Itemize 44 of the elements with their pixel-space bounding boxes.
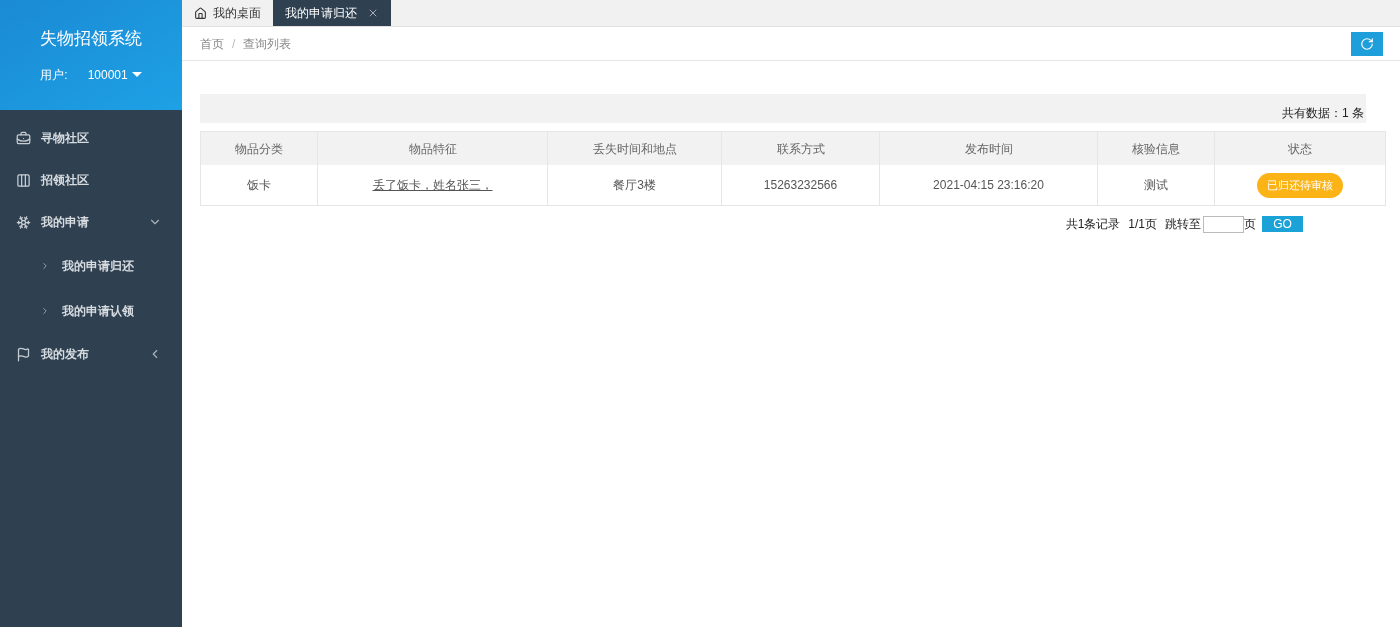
column-header: 物品分类 [201,132,318,165]
close-icon[interactable] [367,7,379,19]
snowflake-icon [16,214,31,230]
table-cell-text: 2021-04:15 23:16:20 [933,177,1044,194]
column-header: 核验信息 [1098,132,1215,165]
home-icon [194,6,207,20]
sidebar-item[interactable]: 招领社区 [0,159,182,201]
page-input[interactable] [1203,215,1244,233]
total-count: 共有数据：1 条 [1282,105,1364,122]
submenu-item[interactable]: 我的申请归还 [0,243,182,288]
column-header: 物品特征 [318,132,548,165]
table-cell-text: 饭卡 [247,177,271,194]
breadcrumb-link[interactable]: 查询列表 [243,34,292,53]
page-count: 1/1页 [1128,216,1157,233]
user-label: 用户: [40,66,68,84]
page-unit: 页 [1244,216,1256,233]
table-cell-text: 餐厅3楼 [613,177,656,194]
tab[interactable]: 我的申请归还 [273,0,391,26]
table-cell-text: 15263232566 [763,177,838,194]
column-header: 发布时间 [880,132,1098,165]
breadcrumb-separator: / [232,35,236,53]
bag-icon [16,130,31,146]
breadcrumb-link[interactable]: 首页 [200,34,224,53]
table-cell-text: 测试 [1144,177,1168,194]
sidebar-item[interactable]: 我的发布 [0,333,182,375]
column-header: 状态 [1287,140,1313,158]
chevron-right-icon [40,260,50,271]
feature-link[interactable]: 丢了饭卡，姓名张三， [372,176,493,194]
app-title: 失物招领系统 [40,28,142,50]
record-count: 共1条记录 [1065,216,1121,233]
tab[interactable]: 我的桌面 [182,0,273,26]
dropdown-icon[interactable] [131,72,142,77]
chevron-right-icon [40,305,50,316]
column-header: 丢失时间和地点 [548,132,722,165]
sidebar-item[interactable]: 寻物社区 [0,117,182,159]
refresh-button[interactable] [1351,31,1383,56]
flag-icon [16,346,31,362]
jump-label: 跳转至 [1165,216,1201,233]
sidebar-item[interactable]: 我的申请 [0,201,182,243]
column-header: 联系方式 [722,132,880,165]
columns-icon [16,172,31,188]
submenu-item[interactable]: 我的申请认领 [0,288,182,333]
refresh-icon [1360,36,1374,51]
status-badge: 已归还待审核 [1257,172,1343,198]
